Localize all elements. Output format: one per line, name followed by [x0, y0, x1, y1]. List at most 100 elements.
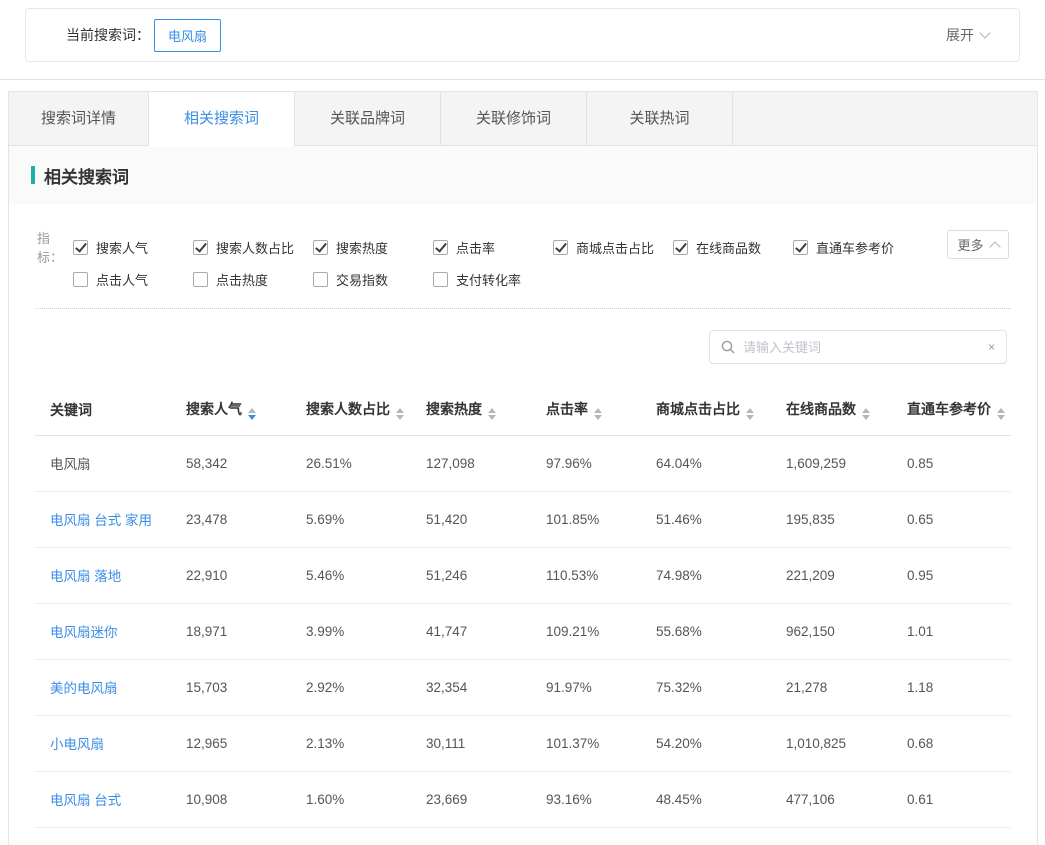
- related-search-words-table: 关键词 搜索人气 搜索人数占比 搜索热度 点击率 商城点击占比 在线商品数 直通…: [35, 387, 1011, 845]
- col-header-label: 点击率: [546, 401, 588, 417]
- metric-label: 搜索人气: [96, 238, 148, 257]
- col-header-click-rate[interactable]: 点击率: [546, 387, 656, 436]
- checkbox-checked-icon[interactable]: [193, 240, 208, 255]
- value-cell: 2.13%: [306, 716, 426, 772]
- expand-button[interactable]: 展开: [946, 25, 989, 45]
- sort-icon[interactable]: [746, 408, 754, 420]
- metric-checkbox-search-heat[interactable]: 搜索热度: [313, 238, 433, 257]
- keyword-link[interactable]: 小电风扇: [35, 716, 186, 772]
- metric-checkbox-search-popularity[interactable]: 搜索人气: [73, 238, 193, 257]
- value-cell: 195,835: [786, 492, 907, 548]
- value-cell: 21,278: [786, 660, 907, 716]
- tab-search-word-detail[interactable]: 搜索词详情: [9, 92, 149, 145]
- value-cell: 58,342: [186, 436, 306, 492]
- value-cell: 93.16%: [546, 772, 656, 828]
- tab-related-brand-words[interactable]: 关联品牌词: [295, 92, 441, 145]
- checkbox-checked-icon[interactable]: [313, 240, 328, 255]
- metric-label: 搜索热度: [336, 238, 388, 257]
- value-cell: 15,703: [186, 660, 306, 716]
- col-header-mall-click-share[interactable]: 商城点击占比: [656, 387, 786, 436]
- expand-button-label: 展开: [946, 25, 974, 45]
- sort-icon[interactable]: [862, 408, 870, 420]
- table-header-row: 关键词 搜索人气 搜索人数占比 搜索热度 点击率 商城点击占比 在线商品数 直通…: [35, 387, 1011, 436]
- tab-related-modifier-words[interactable]: 关联修饰词: [441, 92, 587, 145]
- metric-checkbox-ztc-reference-price[interactable]: 直通车参考价: [793, 238, 913, 257]
- section-title: 相关搜索词: [44, 163, 129, 188]
- metric-label: 商城点击占比: [576, 238, 654, 257]
- value-cell: 220,074: [786, 828, 907, 845]
- value-cell: 221,209: [786, 548, 907, 604]
- keyword-link[interactable]: 电风扇 落地扇: [35, 828, 186, 845]
- col-header-label: 搜索人气: [186, 401, 242, 417]
- col-header-search-heat[interactable]: 搜索热度: [426, 387, 546, 436]
- value-cell: 18,971: [186, 604, 306, 660]
- value-cell: 22,910: [186, 548, 306, 604]
- value-cell: 51.46%: [656, 492, 786, 548]
- metric-checkbox-click-heat[interactable]: 点击热度: [193, 270, 313, 289]
- checkbox-checked-icon[interactable]: [433, 240, 448, 255]
- value-cell: 0.68: [907, 716, 1011, 772]
- current-search-term-card: 当前搜索词： 电风扇 展开: [25, 8, 1020, 62]
- checkbox-unchecked-icon[interactable]: [73, 272, 88, 287]
- tab-related-hot-words[interactable]: 关联热词: [587, 92, 733, 145]
- checkbox-checked-icon[interactable]: [553, 240, 568, 255]
- value-cell: 23,478: [186, 492, 306, 548]
- value-cell: 30,111: [426, 716, 546, 772]
- value-cell: 1,010,825: [786, 716, 907, 772]
- value-cell: 55.68%: [656, 604, 786, 660]
- checkbox-unchecked-icon[interactable]: [193, 272, 208, 287]
- col-header-label: 商城点击占比: [656, 401, 740, 417]
- keyword-link[interactable]: 电风扇 台式 家用: [35, 492, 186, 548]
- col-header-label: 搜索人数占比: [306, 401, 390, 417]
- keyword-search-box[interactable]: ×: [709, 330, 1007, 364]
- sort-icon[interactable]: [248, 408, 256, 420]
- col-header-label: 关键词: [50, 402, 92, 418]
- checkbox-checked-icon[interactable]: [793, 240, 808, 255]
- value-cell: 75.32%: [656, 660, 786, 716]
- value-cell: 41,747: [426, 604, 546, 660]
- value-cell: 24,330: [426, 828, 546, 845]
- keyword-link[interactable]: 电风扇 台式: [35, 772, 186, 828]
- value-cell: 962,150: [786, 604, 907, 660]
- tab-related-search-words[interactable]: 相关搜索词: [149, 92, 295, 147]
- keyword-search-input[interactable]: [743, 340, 988, 355]
- table-row: 电风扇 台式 家用 23,478 5.69% 51,420 101.85% 51…: [35, 492, 1011, 548]
- value-cell: 97.96%: [546, 436, 656, 492]
- metric-checkbox-transaction-index[interactable]: 交易指数: [313, 270, 433, 289]
- col-header-ztc-reference-price[interactable]: 直通车参考价: [907, 387, 1011, 436]
- metric-checkbox-searcher-share[interactable]: 搜索人数占比: [193, 238, 313, 257]
- sort-icon[interactable]: [396, 408, 404, 420]
- sort-icon[interactable]: [488, 408, 496, 420]
- keyword-link[interactable]: 电风扇 落地: [35, 548, 186, 604]
- col-header-searcher-share[interactable]: 搜索人数占比: [306, 387, 426, 436]
- metric-checkbox-mall-click-share[interactable]: 商城点击占比: [553, 238, 673, 257]
- keyword-cell: 电风扇: [35, 436, 186, 492]
- current-keyword-tag[interactable]: 电风扇: [154, 19, 221, 52]
- col-header-label: 在线商品数: [786, 401, 856, 417]
- section-header-band: 相关搜索词: [9, 146, 1037, 204]
- checkbox-unchecked-icon[interactable]: [313, 272, 328, 287]
- metric-checkbox-click-popularity[interactable]: 点击人气: [73, 270, 193, 289]
- col-header-online-products[interactable]: 在线商品数: [786, 387, 907, 436]
- col-header-label: 直通车参考价: [907, 401, 991, 417]
- checkbox-checked-icon[interactable]: [673, 240, 688, 255]
- sort-icon[interactable]: [997, 408, 1005, 420]
- dotted-divider: [36, 308, 1011, 309]
- more-button[interactable]: 更多: [947, 230, 1009, 259]
- checkbox-checked-icon[interactable]: [73, 240, 88, 255]
- metric-checkbox-payment-conversion[interactable]: 支付转化率: [433, 270, 553, 289]
- keyword-link[interactable]: 电风扇迷你: [35, 604, 186, 660]
- col-header-search-popularity[interactable]: 搜索人气: [186, 387, 306, 436]
- keyword-link[interactable]: 美的电风扇: [35, 660, 186, 716]
- metric-label: 交易指数: [336, 270, 388, 289]
- clear-icon[interactable]: ×: [988, 341, 995, 353]
- value-cell: 12,965: [186, 716, 306, 772]
- value-cell: 64.04%: [656, 436, 786, 492]
- checkbox-unchecked-icon[interactable]: [433, 272, 448, 287]
- value-cell: 54.20%: [656, 716, 786, 772]
- value-cell: 1.21: [907, 828, 1011, 845]
- metric-checkbox-click-rate[interactable]: 点击率: [433, 238, 553, 257]
- sort-icon[interactable]: [594, 408, 602, 420]
- metric-checkbox-online-products[interactable]: 在线商品数: [673, 238, 793, 257]
- value-cell: 127,098: [426, 436, 546, 492]
